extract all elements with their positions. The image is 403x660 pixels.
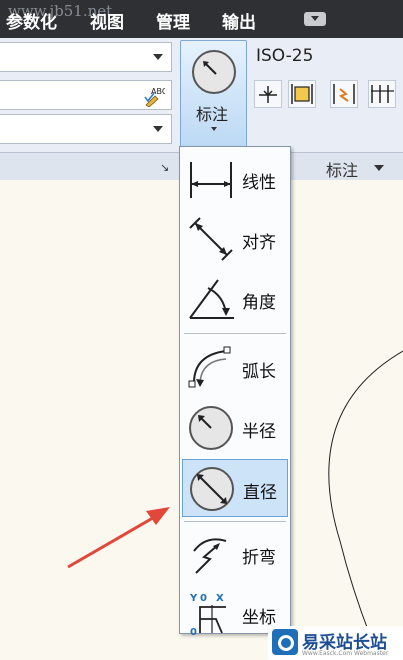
circle-arc (328, 350, 403, 660)
table-style-combo[interactable] (0, 114, 172, 144)
diameter-icon (190, 467, 234, 511)
menu-item-diameter[interactable]: 直径 (182, 459, 288, 517)
red-arrow-shaft (67, 513, 159, 569)
ordinate-icon: Y 0 X 0 (189, 593, 226, 638)
dim-break-button[interactable] (330, 80, 358, 108)
menu-item-linear[interactable]: 线性 (182, 150, 288, 208)
menu-item-label: 弧长 (242, 362, 276, 382)
jogged-icon (193, 538, 227, 574)
menu-item-angular[interactable]: 角度 (182, 270, 288, 328)
menu-parametric[interactable]: 参数化 (6, 8, 57, 33)
menu-item-label: 半径 (242, 422, 276, 442)
aligned-dimension-icon (189, 217, 233, 261)
dimension-dropdown: 线性 对齐 角度 弧长 半径 直径 折弯 Y 0 X 0 坐标 (179, 146, 291, 638)
dimension-space-icon (371, 85, 394, 103)
ribbon-toggle-button[interactable] (304, 12, 326, 26)
spell-check-icon[interactable]: ABC (143, 85, 165, 107)
menu-bar: www.jb51.net 参数化 视图 管理 输出 (0, 0, 403, 38)
dimension-button[interactable]: 标注 (180, 40, 247, 148)
svg-text:X: X (216, 593, 224, 604)
menu-item-label: 角度 (242, 293, 276, 313)
arc-length-icon (188, 346, 231, 388)
inspect-icon (291, 84, 313, 104)
linear-dimension-icon (190, 162, 232, 198)
menu-item-radius[interactable]: 半径 (182, 399, 288, 457)
menu-item-label: 折弯 (242, 548, 276, 568)
menu-item-label: 线性 (242, 173, 276, 193)
text-style-combo[interactable]: ABC (0, 80, 172, 110)
svg-text:Y: Y (189, 593, 198, 604)
menu-manage[interactable]: 管理 (156, 8, 190, 33)
panel-launcher-icon[interactable]: ↘ (160, 161, 169, 174)
dim-inspect-button[interactable] (288, 80, 316, 108)
angular-dimension-icon (189, 279, 234, 319)
menu-item-label: 对齐 (242, 233, 276, 253)
menu-item-jogged[interactable]: 折弯 (182, 525, 288, 583)
dimension-button-label: 标注 (196, 105, 229, 124)
dim-continue-button[interactable] (254, 80, 282, 108)
chevron-down-icon (153, 126, 163, 132)
radius-icon (189, 406, 233, 450)
chevron-down-icon (153, 54, 163, 60)
menu-item-arc-length[interactable]: 弧长 (182, 339, 288, 397)
menu-view[interactable]: 视图 (90, 8, 124, 33)
svg-text:0: 0 (200, 593, 207, 604)
dimension-style-name[interactable]: ISO-25 (256, 46, 313, 66)
svg-text:0: 0 (190, 627, 197, 638)
menu-item-label: 坐标 (242, 608, 276, 628)
red-arrow-icon (146, 507, 170, 525)
menu-output[interactable]: 输出 (222, 8, 256, 33)
radius-dimension-icon (192, 50, 236, 94)
menu-item-label: 直径 (243, 483, 277, 503)
site-logo-icon (272, 629, 298, 655)
dimension-continue-icon (259, 86, 277, 103)
menu-separator (184, 521, 286, 522)
layer-combo[interactable] (0, 42, 172, 72)
panel-title[interactable]: 标注 (326, 157, 358, 181)
chevron-down-icon (374, 165, 384, 171)
dimension-break-icon (333, 84, 355, 104)
site-url: Www.Easck.Com Webmaster (302, 650, 389, 657)
site-watermark: 易采站长站 Www.Easck.Com Webmaster (268, 626, 403, 660)
chevron-down-icon (211, 127, 217, 131)
menu-item-aligned[interactable]: 对齐 (182, 210, 288, 268)
dim-space-button[interactable] (368, 80, 396, 108)
menu-separator (184, 333, 286, 334)
